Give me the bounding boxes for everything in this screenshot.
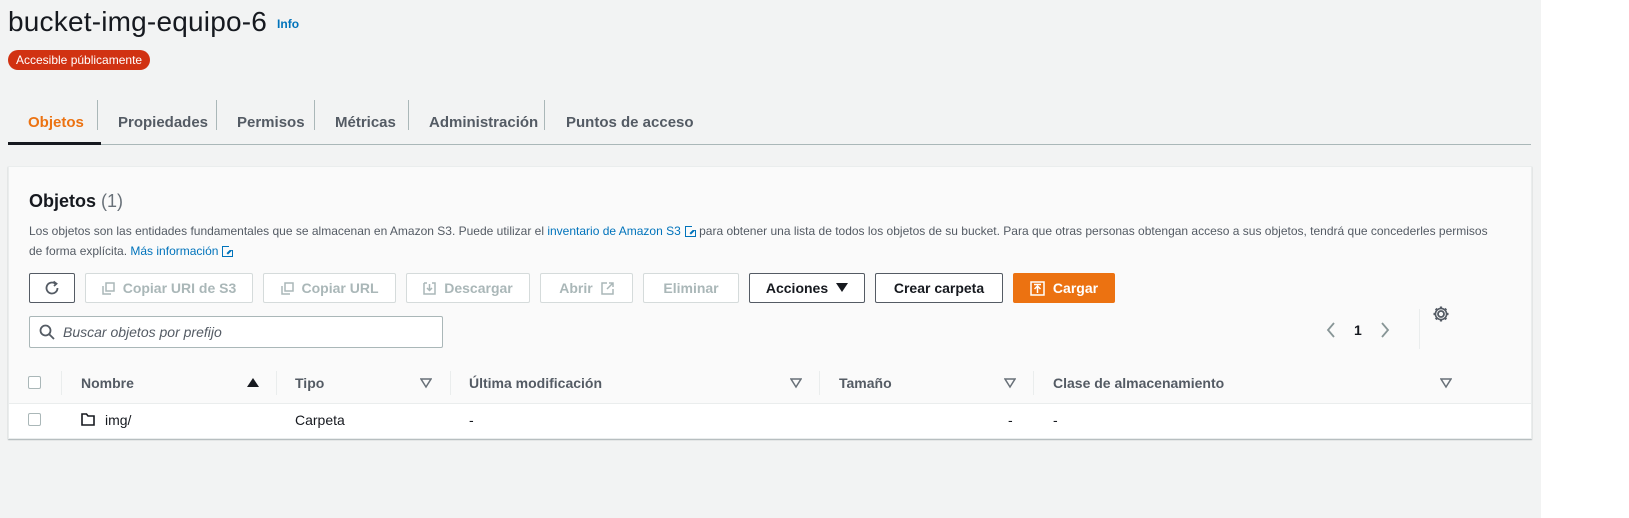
column-divider (61, 371, 62, 395)
column-divider (450, 371, 451, 395)
delete-label: Eliminar (663, 280, 719, 296)
sort-unsorted-icon[interactable] (790, 377, 802, 389)
copy-icon (280, 281, 294, 295)
download-icon (423, 281, 436, 295)
tab-divider (216, 100, 217, 130)
tab-metricas[interactable]: Métricas (335, 100, 396, 144)
object-size: - (1008, 412, 1013, 428)
chevron-right-icon[interactable] (1379, 321, 1391, 339)
tab-puntos-de-acceso[interactable]: Puntos de acceso (566, 100, 694, 144)
objects-panel-header: Objetos (1) Los objetos son las entidade… (9, 167, 1531, 364)
open-button[interactable]: Abrir (540, 273, 633, 303)
column-header-tamano[interactable]: Tamaño (839, 363, 892, 403)
page-header: bucket-img-equipo-6 Info (8, 6, 299, 38)
sort-unsorted-icon[interactable] (420, 377, 432, 389)
more-info-link[interactable]: Más información (130, 244, 218, 258)
pagination: 1 (1325, 315, 1391, 345)
tab-divider (408, 100, 409, 130)
column-divider (1033, 371, 1034, 395)
sort-unsorted-icon[interactable] (1440, 377, 1452, 389)
objects-description: Los objetos son las entidades fundamenta… (29, 221, 1499, 261)
inventory-link[interactable]: inventario de Amazon S3 (547, 224, 680, 238)
tab-administracion[interactable]: Administración (429, 100, 538, 144)
tab-propiedades[interactable]: Propiedades (118, 100, 208, 144)
tab-divider (314, 100, 315, 130)
create-folder-label: Crear carpeta (893, 280, 985, 296)
refresh-button[interactable] (29, 273, 75, 303)
object-storage-class: - (1053, 412, 1058, 428)
current-page-number[interactable]: 1 (1354, 322, 1362, 338)
description-text-1: Los objetos son las entidades fundamenta… (29, 224, 548, 238)
object-type: Carpeta (295, 412, 345, 428)
copy-s3-uri-label: Copiar URI de S3 (122, 280, 237, 296)
column-header-tipo[interactable]: Tipo (295, 363, 324, 403)
column-header-ultima-modificacion[interactable]: Última modificación (469, 363, 602, 403)
tab-divider (544, 100, 545, 130)
page-title: bucket-img-equipo-6 (8, 6, 268, 37)
external-link-icon (222, 245, 235, 257)
search-input[interactable] (61, 323, 435, 341)
download-button[interactable]: Descargar (406, 273, 530, 303)
pager-divider (1419, 309, 1420, 349)
object-name-link[interactable]: img/ (105, 404, 131, 436)
chevron-left-icon[interactable] (1325, 321, 1337, 339)
sort-ascending-icon[interactable] (247, 377, 259, 389)
active-tab-indicator (8, 142, 101, 145)
row-select-checkbox[interactable] (28, 413, 41, 426)
objects-heading: Objetos (1) (29, 191, 123, 212)
search-field[interactable] (29, 316, 443, 348)
upload-label: Cargar (1052, 280, 1099, 296)
upload-icon (1030, 280, 1045, 296)
objects-table-header: Nombre Tipo Última modificación Tamaño C… (9, 363, 1531, 404)
copy-icon (101, 281, 115, 295)
objects-heading-label: Objetos (29, 191, 97, 211)
tab-permisos[interactable]: Permisos (237, 100, 305, 144)
download-label: Descargar (444, 280, 513, 296)
tab-objetos[interactable]: Objetos (28, 100, 84, 144)
upload-button[interactable]: Cargar (1013, 273, 1115, 303)
objects-panel: Objetos (1) Los objetos son las entidade… (8, 166, 1532, 439)
bucket-tabs: Objetos Propiedades Permisos Métricas Ad… (8, 100, 1531, 145)
tab-divider (97, 100, 98, 130)
external-link-icon (684, 225, 697, 237)
open-label: Abrir (559, 280, 593, 296)
copy-s3-uri-button[interactable]: Copiar URI de S3 (85, 273, 253, 303)
actions-dropdown[interactable]: Acciones (749, 273, 865, 303)
public-access-badge: Accesible públicamente (8, 50, 151, 70)
objects-count: (1) (101, 191, 124, 211)
copy-url-label: Copiar URL (301, 280, 379, 296)
settings-gear-icon[interactable] (1432, 305, 1450, 323)
column-divider (276, 371, 277, 395)
column-divider (819, 371, 820, 395)
folder-icon (81, 413, 95, 426)
object-last-modified: - (469, 412, 474, 428)
select-all-checkbox[interactable] (28, 376, 41, 389)
right-margin (1541, 0, 1629, 518)
search-icon (39, 324, 55, 340)
external-link-icon (600, 281, 614, 295)
actions-label: Acciones (765, 280, 829, 296)
create-folder-button[interactable]: Crear carpeta (875, 273, 1003, 303)
copy-url-button[interactable]: Copiar URL (263, 273, 396, 303)
column-header-clase-de-almacenamiento[interactable]: Clase de almacenamiento (1053, 363, 1224, 403)
column-header-nombre[interactable]: Nombre (81, 363, 134, 403)
info-link[interactable]: Info (277, 17, 299, 31)
sort-unsorted-icon[interactable] (1004, 377, 1016, 389)
caret-down-icon (836, 283, 849, 293)
table-row[interactable]: img/ Carpeta - - - (9, 404, 1531, 436)
delete-button[interactable]: Eliminar (643, 273, 739, 303)
refresh-icon (45, 280, 59, 295)
